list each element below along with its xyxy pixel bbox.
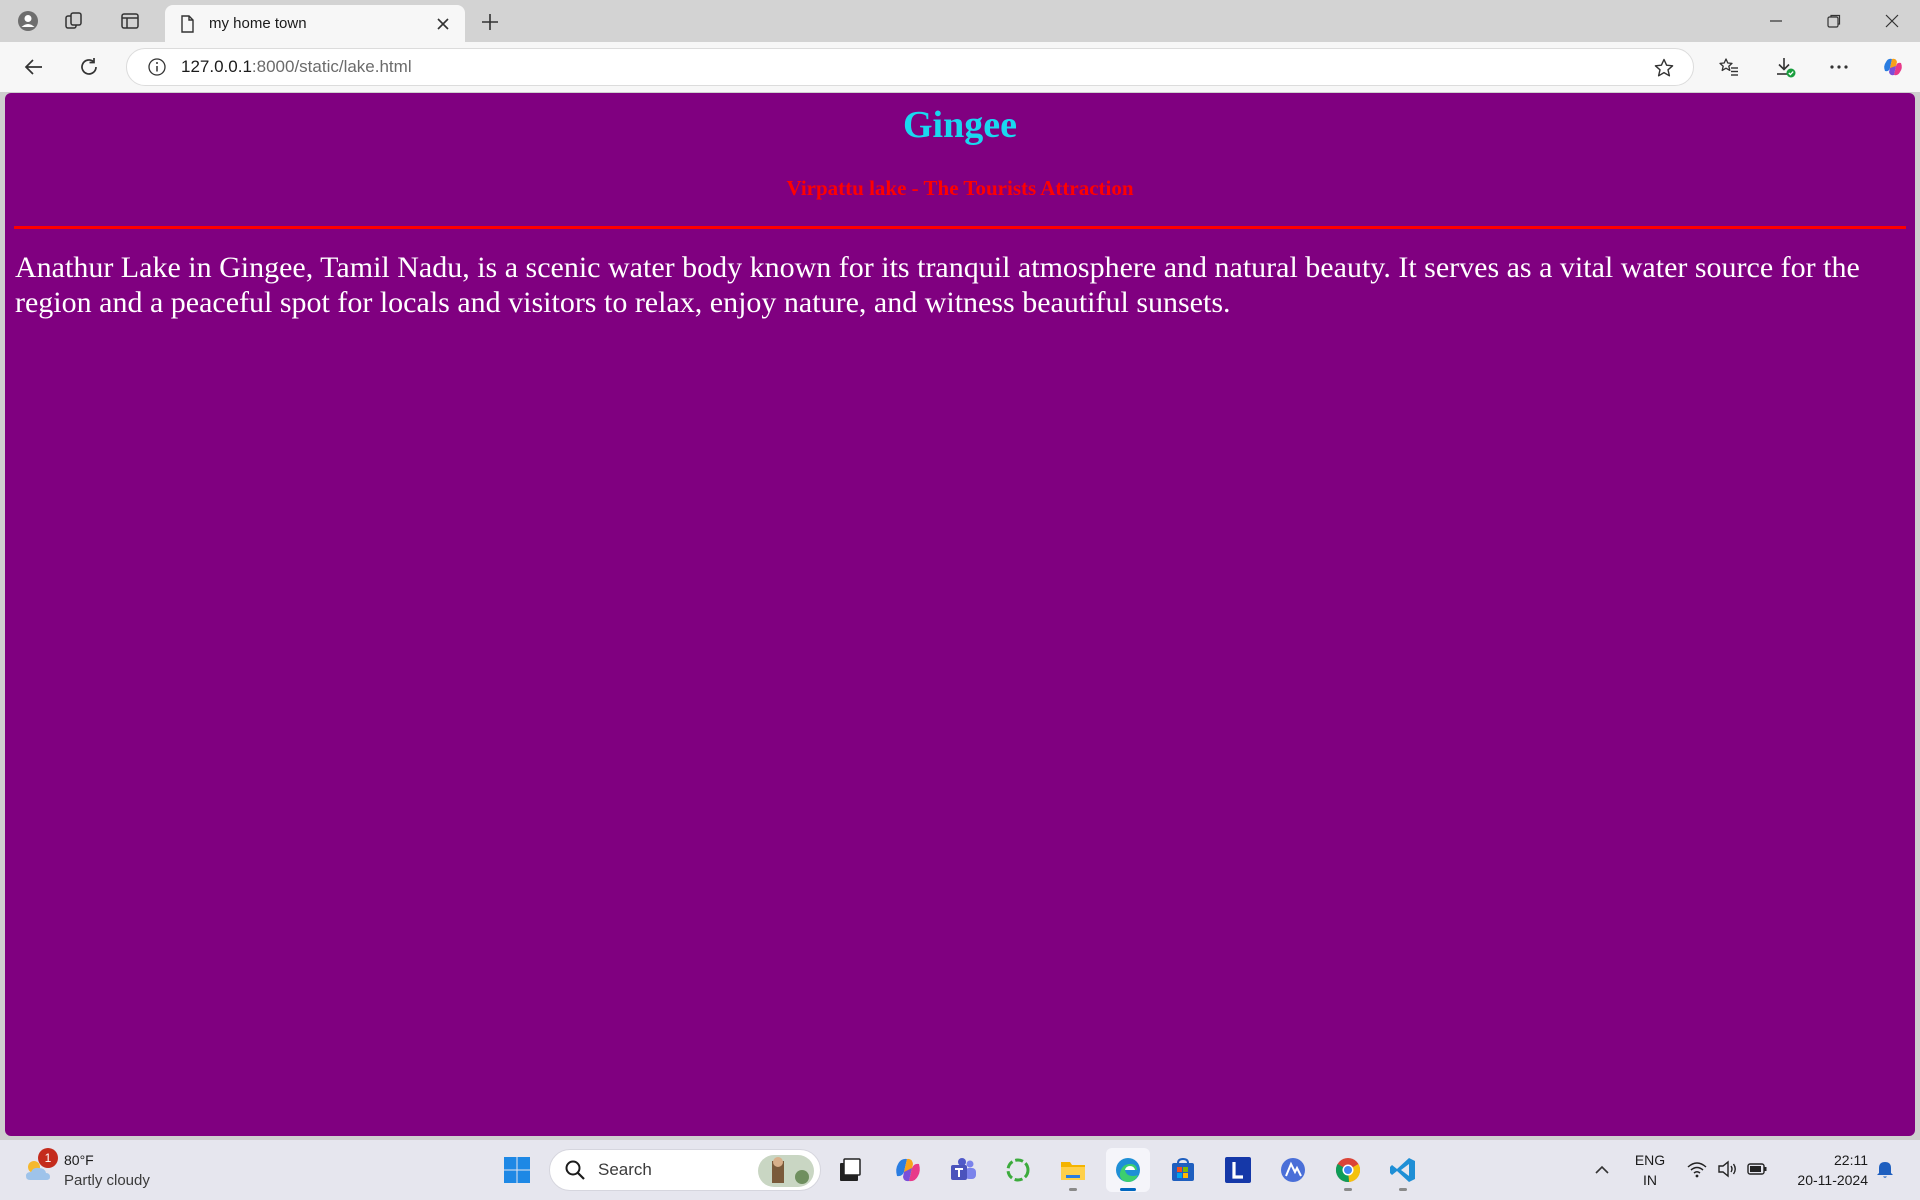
back-arrow-icon: [24, 59, 42, 75]
chrome-icon: [1335, 1158, 1361, 1183]
l-app-icon: [1225, 1157, 1251, 1183]
taskbar-app-copilot[interactable]: [886, 1148, 930, 1192]
taskbar-search[interactable]: Search: [549, 1149, 821, 1191]
workspaces-icon: [65, 12, 82, 29]
more-dots-icon: [1830, 65, 1848, 69]
volume-icon[interactable]: [1716, 1158, 1738, 1180]
restore-button[interactable]: [1806, 0, 1862, 42]
input-language-indicator[interactable]: ENG IN: [1632, 1150, 1668, 1190]
close-icon: [1885, 14, 1899, 28]
vscode-icon: [1390, 1158, 1415, 1182]
show-hidden-icons-chevron-icon[interactable]: [1590, 1158, 1614, 1182]
start-button[interactable]: [495, 1148, 539, 1192]
favorites-list-icon: [1719, 58, 1738, 76]
windows-start-icon: [504, 1157, 530, 1183]
running-indicator: [1120, 1188, 1136, 1191]
browser-tab-strip: my home town: [0, 0, 1920, 42]
page-paragraph: Anathur Lake in Gingee, Tamil Nadu, is a…: [15, 251, 1860, 319]
new-tab-button[interactable]: [470, 6, 510, 38]
clock-time: 22:11: [1834, 1152, 1868, 1168]
taskbar-app-sync[interactable]: [996, 1148, 1040, 1192]
weather-temperature: 80°F: [64, 1152, 94, 1168]
taskbar-app-edge[interactable]: [1106, 1148, 1150, 1192]
refresh-button[interactable]: [70, 49, 108, 85]
wifi-icon[interactable]: [1686, 1158, 1708, 1180]
minimize-button[interactable]: [1748, 0, 1804, 42]
copilot-app-icon: [896, 1158, 920, 1182]
notification-bell-icon[interactable]: [1874, 1158, 1896, 1180]
taskbar-app-store[interactable]: [1161, 1148, 1205, 1192]
restore-icon: [1827, 14, 1841, 28]
workspaces-button[interactable]: [52, 5, 96, 37]
downloads-button[interactable]: [1766, 49, 1804, 85]
download-icon: [1777, 58, 1796, 78]
taskbar-app-file-explorer[interactable]: [1051, 1148, 1095, 1192]
tab-actions-icon: [121, 13, 139, 29]
favorites-button[interactable]: [1710, 49, 1748, 85]
back-button[interactable]: [15, 49, 53, 85]
language-code: ENG: [1634, 1152, 1666, 1168]
file-explorer-icon: [1061, 1162, 1085, 1180]
taskbar: 1 80°F Partly cloudy Search ENG IN 22:11…: [0, 1140, 1920, 1200]
profile-icon: [18, 11, 38, 31]
site-info-icon[interactable]: [147, 57, 167, 77]
task-view-icon: [840, 1158, 861, 1181]
vertical-tabs-button[interactable]: [108, 5, 152, 37]
tab-title: my home town: [209, 15, 307, 32]
weather-condition: Partly cloudy: [64, 1172, 150, 1189]
weather-widget[interactable]: 1 80°F Partly cloudy: [20, 1148, 180, 1192]
vpn-app-icon: [1281, 1158, 1305, 1182]
favorite-star-icon[interactable]: [1653, 57, 1675, 79]
close-tab-icon[interactable]: [433, 14, 453, 34]
close-window-button[interactable]: [1864, 0, 1920, 42]
language-region: IN: [1643, 1172, 1657, 1188]
running-indicator: [1399, 1188, 1407, 1191]
running-indicator: [1344, 1188, 1352, 1191]
taskbar-app-chrome[interactable]: [1326, 1148, 1370, 1192]
copilot-icon: [1884, 58, 1902, 76]
url-host: 127.0.0.1: [181, 57, 252, 76]
store-icon: [1172, 1157, 1194, 1181]
running-indicator: [1069, 1188, 1077, 1191]
browser-toolbar: 127.0.0.1:8000/static/lake.html: [0, 42, 1920, 92]
minimize-icon: [1770, 20, 1782, 22]
taskbar-app-l[interactable]: [1216, 1148, 1260, 1192]
edge-icon: [1116, 1158, 1140, 1182]
taskbar-app-task-view[interactable]: [828, 1148, 872, 1192]
search-highlight-icon: [758, 1155, 814, 1187]
page-icon: [181, 14, 194, 33]
search-icon: [565, 1160, 585, 1180]
weather-alert-badge: 1: [38, 1148, 58, 1168]
clock-date: 20-11-2024: [1797, 1172, 1868, 1188]
plus-icon: [482, 14, 498, 30]
search-label: Search: [598, 1160, 652, 1179]
taskbar-app-vpn[interactable]: [1271, 1148, 1315, 1192]
active-tab[interactable]: my home town: [165, 5, 465, 42]
copilot-button[interactable]: [1874, 49, 1912, 85]
taskbar-app-vscode[interactable]: [1381, 1148, 1425, 1192]
address-bar[interactable]: 127.0.0.1:8000/static/lake.html: [126, 48, 1694, 86]
teams-icon: [951, 1158, 976, 1180]
refresh-icon: [81, 58, 97, 75]
battery-icon[interactable]: [1746, 1158, 1768, 1180]
system-clock[interactable]: 22:11 20-11-2024: [1782, 1150, 1868, 1190]
page-title: Gingee: [903, 104, 1017, 146]
more-options-button[interactable]: [1820, 49, 1858, 85]
page-subtitle: Virpattu lake - The Tourists Attraction: [786, 176, 1134, 200]
refresh-app-icon: [1006, 1158, 1030, 1182]
profile-button[interactable]: [6, 5, 50, 37]
url-path: :8000/static/lake.html: [251, 57, 412, 76]
page-viewport: Gingee Virpattu lake - The Tourists Attr…: [5, 93, 1915, 1136]
horizontal-rule: [14, 226, 1906, 229]
taskbar-app-teams[interactable]: [941, 1148, 985, 1192]
